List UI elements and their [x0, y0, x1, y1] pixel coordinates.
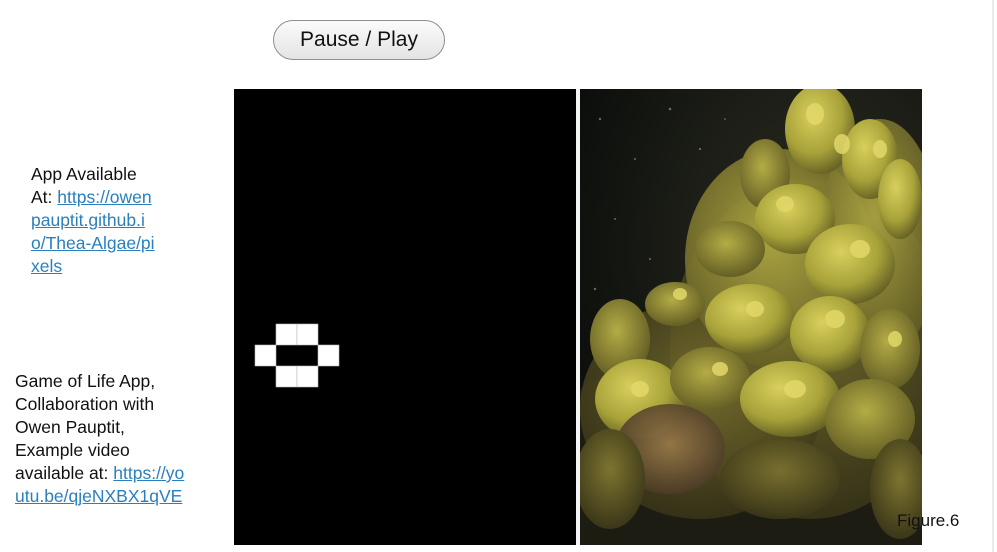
game-of-life-canvas[interactable]: [234, 89, 576, 545]
game-of-life-note: Game of Life App, Collaboration with Owe…: [15, 370, 185, 508]
seaweed-image: [580, 89, 922, 545]
live-cell: [254, 344, 277, 367]
app-availability-note: App Available At: https://owenpauptit.gi…: [31, 163, 159, 278]
game-of-life-grid: [254, 323, 340, 388]
live-cell: [275, 365, 298, 388]
live-cell: [275, 323, 298, 346]
live-cell: [296, 365, 319, 388]
algae-photo: [580, 89, 922, 545]
live-cell: [296, 323, 319, 346]
figure-caption: Figure.6: [897, 511, 960, 530]
pause-play-button[interactable]: Pause / Play: [273, 20, 445, 60]
live-cell: [317, 344, 340, 367]
page-edge: [992, 0, 994, 552]
